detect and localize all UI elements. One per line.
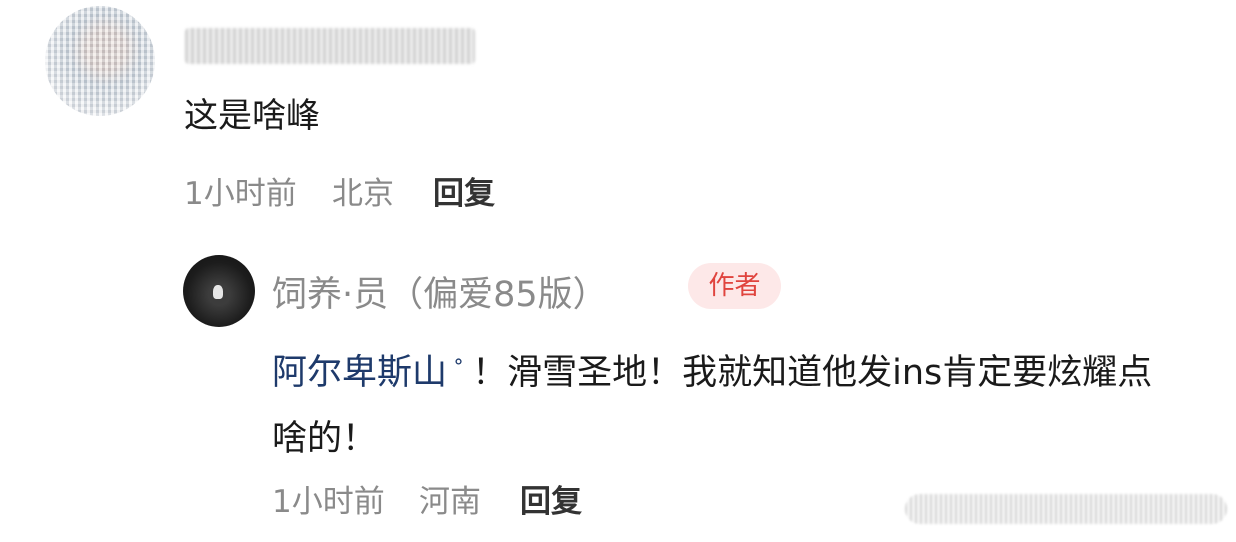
comment-reply-button[interactable]: 回复 [433,168,495,213]
reply-location: 河南 [419,484,481,520]
comment-time: 1小时前 [184,176,297,212]
reply-time: 1小时前 [272,484,385,520]
commenter-username-blurred[interactable] [185,28,475,64]
search-icon[interactable]: ⚬ [451,330,466,396]
reply-reply-button[interactable]: 回复 [520,476,582,521]
comment-location: 北京 [332,176,394,212]
reply-author-name[interactable]: 饲养·员（偏爱85版） [272,266,608,317]
commenter-avatar[interactable] [45,6,155,116]
watermark-blurred [905,494,1227,524]
reply-author-avatar[interactable] [183,255,255,327]
reply-text: 阿尔卑斯山 ⚬ ！滑雪圣地！我就知道他发ins肯定要炫耀点啥的！ [272,330,1172,472]
author-badge: 作者 [688,263,781,309]
topic-link[interactable]: 阿尔卑斯山 [272,353,447,393]
comment-text: 这是啥峰 [184,96,320,136]
